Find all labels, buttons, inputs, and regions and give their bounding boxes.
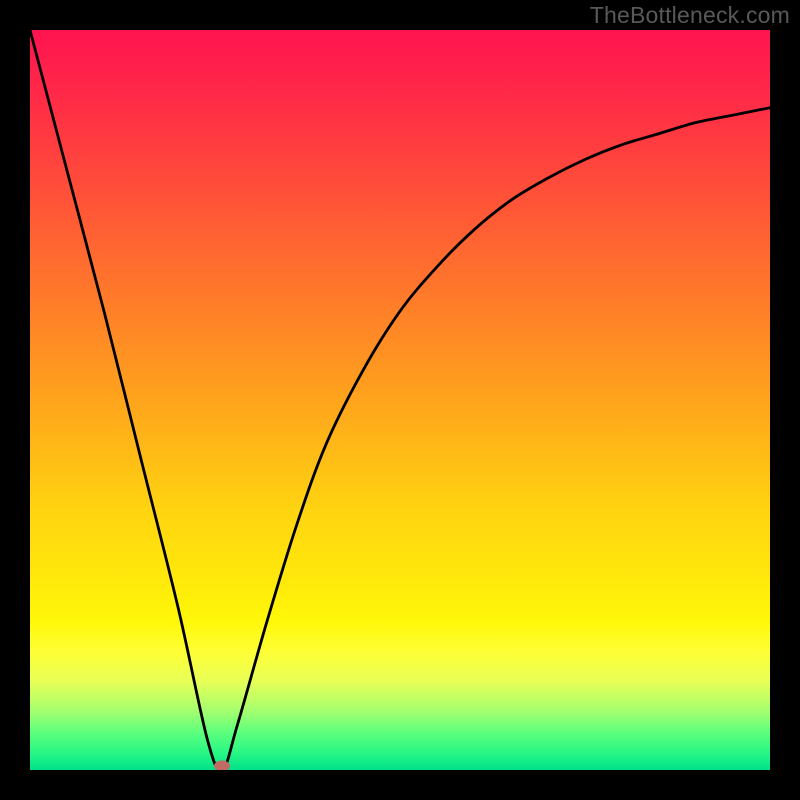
bottleneck-curve [30,30,770,770]
optimum-point-marker [214,761,230,771]
chart-container: TheBottleneck.com [0,0,800,800]
plot-area [30,30,770,770]
watermark-text: TheBottleneck.com [590,2,790,29]
curve-svg [30,30,770,770]
